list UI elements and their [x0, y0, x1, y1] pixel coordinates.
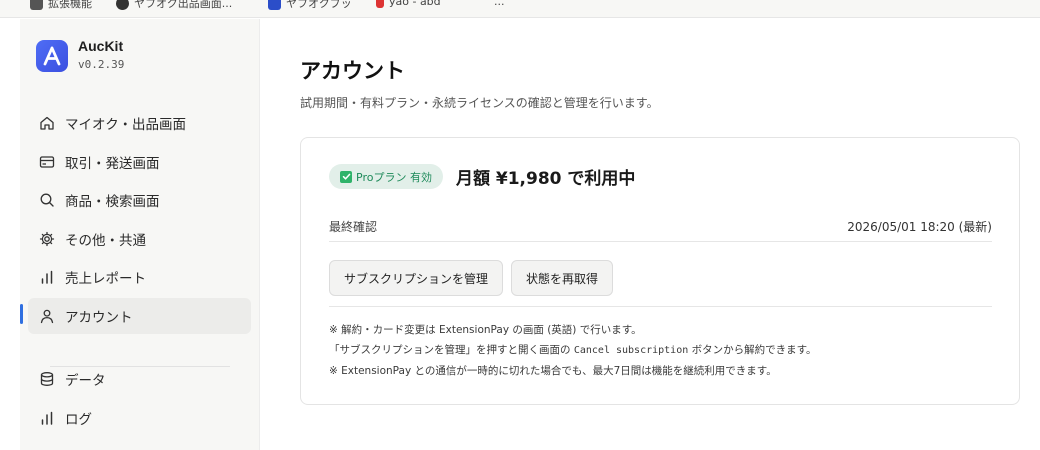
window-edge — [0, 19, 20, 450]
bookmark-item[interactable]: ヤフオク出品画面... — [116, 0, 232, 11]
gear-icon — [39, 231, 55, 246]
page-title: アカウント — [300, 59, 405, 83]
bookmark-more[interactable]: ... — [494, 0, 505, 8]
plan-status-badge: Proプラン 有効 — [329, 164, 443, 189]
app-logo — [36, 39, 68, 72]
last-checked-row: 最終確認 2026/05/01 18:20 (最新) — [329, 212, 992, 242]
plan-card: Proプラン 有効 月額 ¥1,980 で利用中 最終確認 2026/05/01… — [300, 137, 1020, 405]
note-offline: ※ ExtensionPay との通信が一時的に切れた場合でも、最大7日間は機能… — [329, 365, 777, 377]
sidebar-item-data[interactable]: データ — [28, 361, 251, 397]
sidebar-nav-secondary: データ ログ — [28, 361, 251, 438]
sidebar-item-transaction[interactable]: 取引・発送画面 — [28, 144, 251, 180]
plan-price: 月額 ¥1,980 で利用中 — [455, 169, 636, 189]
bar-chart-icon — [41, 411, 53, 425]
check-icon — [340, 170, 352, 183]
manage-subscription-button[interactable]: サブスクリプションを管理 — [329, 260, 504, 296]
bookmark-item[interactable]: ヤフオクブッ — [268, 0, 352, 11]
bookmark-icon — [268, 0, 281, 10]
puzzle-icon — [30, 0, 43, 10]
search-icon — [40, 193, 54, 207]
note-cancel: ※ 解約・カード変更は ExtensionPay の画面 (英語) で行います。 — [329, 324, 642, 336]
bookmarks-bar: 拡張機能 ヤフオク出品画面... ヤフオクブッ yao - abd ... — [0, 0, 1040, 18]
bookmark-extensions[interactable]: 拡張機能 — [30, 0, 92, 11]
home-icon — [40, 116, 54, 130]
globe-icon — [116, 0, 129, 10]
sidebar-item-account[interactable]: アカウント — [28, 297, 251, 334]
database-icon — [40, 372, 54, 386]
bar-chart-icon — [41, 270, 53, 284]
refresh-status-button[interactable]: 状態を再取得 — [511, 260, 614, 296]
card-divider — [329, 306, 992, 307]
sidebar-nav: マイオク・出品画面 取引・発送画面 商品・検索画面 その他・共通 売上レポート … — [28, 105, 251, 336]
sidebar-item-log[interactable]: ログ — [28, 400, 251, 436]
sidebar-item-myauction[interactable]: マイオク・出品画面 — [28, 105, 251, 141]
sidebar: AucKit v0.2.39 マイオク・出品画面 取引・発送画面 商品・検索画面… — [20, 19, 260, 450]
bookmark-icon — [376, 0, 384, 8]
page-subtitle: 試用期間・有料プラン・永続ライセンスの確認と管理を行います。 — [300, 96, 659, 110]
app-name: AucKit — [78, 38, 124, 54]
sidebar-item-sales-report[interactable]: 売上レポート — [28, 259, 251, 295]
cancel-subscription-code: Cancel subscription — [573, 345, 689, 356]
user-icon — [40, 309, 54, 323]
card-icon — [39, 155, 55, 168]
plan-status-row: Proプラン 有効 月額 ¥1,980 で利用中 — [329, 164, 635, 189]
sidebar-item-search[interactable]: 商品・検索画面 — [28, 182, 251, 218]
last-checked-label: 最終確認 — [329, 220, 378, 234]
action-buttons: サブスクリプションを管理 状態を再取得 — [329, 260, 614, 296]
notes: ※ 解約・カード変更は ExtensionPay の画面 (英語) で行います。… — [329, 320, 817, 381]
last-checked-value: 2026/05/01 18:20 (最新) — [847, 220, 992, 234]
logo-a-icon — [43, 46, 61, 65]
bookmark-item[interactable]: yao - abd — [376, 0, 441, 8]
app-version: v0.2.39 — [78, 58, 125, 71]
brand: AucKit v0.2.39 — [36, 38, 124, 73]
active-indicator — [20, 304, 23, 324]
note-manage: 「サブスクリプションを管理」を押すと開く画面の Cancel subscript… — [329, 344, 817, 356]
sidebar-item-other[interactable]: その他・共通 — [28, 221, 251, 257]
